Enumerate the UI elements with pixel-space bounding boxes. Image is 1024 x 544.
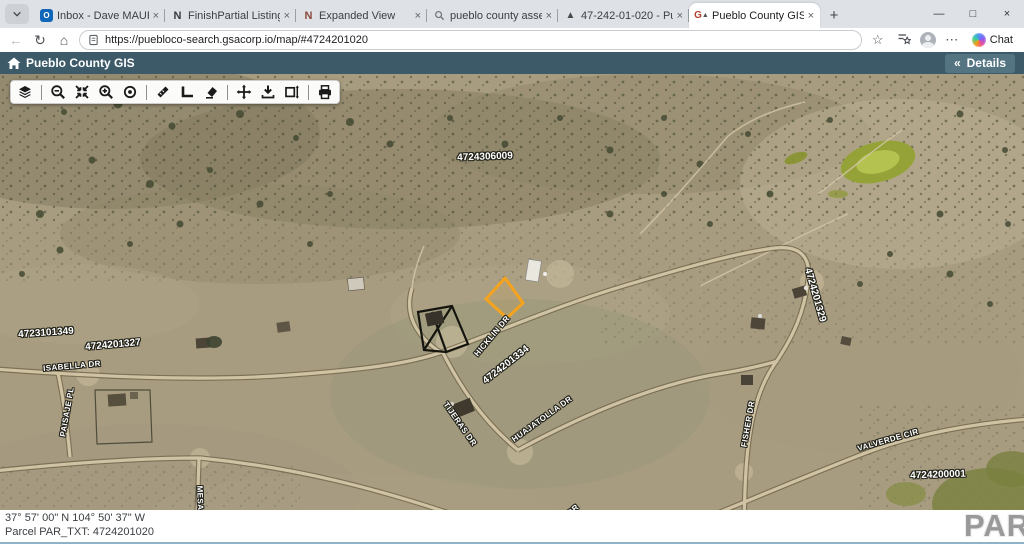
tab-pueblo-county-gis[interactable]: G▲ Pueblo County GIS ×: [689, 3, 820, 28]
chevron-left-icon: «: [954, 56, 961, 70]
collapse-arrows-icon: [74, 84, 90, 100]
profile-avatar[interactable]: [920, 32, 936, 48]
details-panel-toggle[interactable]: « Details: [945, 54, 1015, 73]
new-tab-button[interactable]: +: [822, 3, 846, 27]
site-info-icon: [88, 34, 99, 46]
favorite-star-icon[interactable]: ☆: [868, 32, 888, 48]
ruler-icon: [155, 84, 171, 100]
tab-assessor-search[interactable]: pueblo county assessor real p ×: [427, 3, 558, 28]
tab-title: Pueblo County GIS: [712, 10, 804, 22]
close-icon[interactable]: ×: [153, 10, 159, 22]
mountain-icon: ▲: [564, 9, 577, 22]
home-button[interactable]: ⌂: [55, 33, 73, 47]
print-button[interactable]: [317, 84, 333, 100]
url-text: https://puebloco-search.gsacorp.io/map/#…: [105, 34, 368, 46]
eraser-icon: [203, 84, 219, 100]
parcel-label: 4724306009: [457, 151, 513, 164]
parcel-label: 4724200001: [910, 469, 966, 482]
download-icon: [260, 84, 276, 100]
cursor-coordinates: 37° 57' 00" N 104° 50' 37" W: [5, 511, 1019, 525]
settings-more-icon[interactable]: ⋯: [942, 32, 962, 48]
search-icon: [433, 9, 446, 22]
chevron-down-icon: [12, 9, 22, 19]
window-controls: — □ ×: [922, 0, 1024, 28]
address-bar[interactable]: https://puebloco-search.gsacorp.io/map/#…: [79, 30, 862, 50]
toolbar-divider: [41, 85, 42, 100]
extent-resize-icon: [284, 84, 300, 100]
tab-search-button[interactable]: [5, 4, 29, 24]
copilot-icon: [972, 33, 986, 47]
tab-parcel-47-242-01-020[interactable]: ▲ 47-242-01-020 - Pueblo Cou ×: [558, 3, 689, 28]
details-label: Details: [967, 56, 1006, 70]
app-title: Pueblo County GIS: [26, 56, 135, 70]
map-canvas[interactable]: 4724306009 4723101349 4724201327 4724201…: [0, 74, 1024, 510]
browser-tab-strip: O Inbox - Dave MAURO - Outlo × N FinishP…: [0, 0, 1024, 28]
close-icon[interactable]: ×: [415, 10, 421, 22]
close-icon[interactable]: ×: [677, 10, 683, 22]
toolbar-divider: [146, 85, 147, 100]
selected-parcel-text: Parcel PAR_TXT: 4724201020: [5, 525, 1019, 539]
gis-favicon: G▲: [695, 9, 708, 22]
browser-navbar: ← ↻ ⌂ https://puebloco-search.gsacorp.io…: [0, 28, 1024, 52]
tab-expanded-view[interactable]: N Expanded View ×: [296, 3, 427, 28]
tab-inbox-outlook[interactable]: O Inbox - Dave MAURO - Outlo ×: [34, 3, 165, 28]
home-icon: [7, 57, 21, 70]
close-window-button[interactable]: ×: [990, 0, 1024, 28]
chat-label: Chat: [990, 34, 1013, 46]
close-icon[interactable]: ×: [546, 10, 552, 22]
street-label: MESA: [195, 485, 205, 510]
measure-distance-button[interactable]: [155, 84, 171, 100]
printer-icon: [317, 84, 333, 100]
locate-button[interactable]: [122, 84, 138, 100]
edge-chat-button[interactable]: Chat: [968, 33, 1017, 47]
move-arrows-icon: [236, 84, 252, 100]
tab-finishpartial-listing[interactable]: N FinishPartial Listing ×: [165, 3, 296, 28]
zoom-in-icon: [98, 84, 114, 100]
erase-button[interactable]: [203, 84, 219, 100]
angle-icon: [179, 84, 195, 100]
bullseye-icon: [122, 84, 138, 100]
tab-title: pueblo county assessor real p: [450, 10, 542, 22]
gis-app-header: Pueblo County GIS « Details: [0, 52, 1024, 74]
refresh-button[interactable]: ↻: [31, 33, 49, 47]
collections-icon[interactable]: [894, 32, 914, 48]
layers-button[interactable]: [17, 84, 33, 100]
parcel-watermark: PAR: [964, 508, 1024, 544]
map-status-bar: 37° 57' 00" N 104° 50' 37" W Parcel PAR_…: [0, 510, 1024, 542]
zoom-extent-button[interactable]: [74, 84, 90, 100]
zoom-out-button[interactable]: [50, 84, 66, 100]
tab-title: FinishPartial Listing: [188, 10, 280, 22]
tab-title: Inbox - Dave MAURO - Outlo: [57, 10, 149, 22]
minimize-button[interactable]: —: [922, 0, 956, 28]
pan-button[interactable]: [236, 84, 252, 100]
print-extent-button[interactable]: [284, 84, 300, 100]
close-icon[interactable]: ×: [284, 10, 290, 22]
outlook-icon: O: [40, 9, 53, 22]
download-button[interactable]: [260, 84, 276, 100]
document-icon: N: [302, 9, 315, 22]
maximize-button[interactable]: □: [956, 0, 990, 28]
tab-title: Expanded View: [319, 10, 411, 22]
measure-angle-button[interactable]: [179, 84, 195, 100]
tab-title: 47-242-01-020 - Pueblo Cou: [581, 10, 673, 22]
toolbar-divider: [227, 85, 228, 100]
zoom-in-button[interactable]: [98, 84, 114, 100]
map-toolbar: [10, 80, 340, 104]
browser-window: { "browser": { "tabs": [ {"title": "Inbo…: [0, 0, 1024, 544]
back-button[interactable]: ←: [7, 33, 25, 47]
toolbar-divider: [308, 85, 309, 100]
document-icon: N: [171, 9, 184, 22]
layers-icon: [17, 84, 33, 100]
zoom-out-icon: [50, 84, 66, 100]
close-icon[interactable]: ×: [808, 10, 814, 22]
